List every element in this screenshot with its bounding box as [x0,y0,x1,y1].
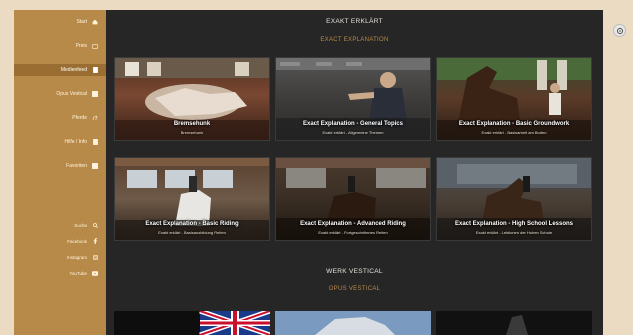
card-thumbnail [115,158,269,240]
sidebar-item-instagram[interactable]: Instagram [14,252,106,262]
video-card[interactable]: Exact Explanation - General Topics Exakt… [275,57,431,141]
section-subtitle: EXACT EXPLANATION [320,37,389,43]
card-thumbnail [437,58,591,140]
sidebar-item-favoriten[interactable]: Favoriten [14,160,106,172]
card-subtitle: Exakt erklärt - Allgemeine Themen [322,130,384,135]
sidebar-item-pferde[interactable]: Pferde [14,112,106,124]
sidebar-item-label: Start [76,19,87,25]
section-title: WERK VESTICAL [326,268,383,275]
sidebar-item-label: Suche [74,222,87,228]
search-icon [92,222,98,228]
sidebar-item-youtube[interactable]: YouTube [14,268,106,278]
app-frame: Start Preis Medienfeed Opus Vestical Pfe… [14,10,603,335]
card-subtitle: Bremsehunk [180,130,204,135]
video-card[interactable]: Exact Explanation - Basic Riding Exakt e… [114,157,270,241]
sidebar-item-preis[interactable]: Preis [14,40,106,52]
video-card[interactable]: Exact Explanation - High School Lessons … [436,157,592,241]
card-thumbnail [275,311,431,335]
sidebar-item-label: Pferde [72,115,87,121]
sidebar-item-label: Facebook [67,238,87,244]
card-thumbnail [276,158,430,240]
card-subtitle: Exakt erklärt - Lektionen der Hohen Schu… [475,230,553,235]
tag-icon [92,43,98,49]
sidebar-item-label: Opus Vestical [56,91,87,97]
card-subtitle: Exakt erklärt - Basisausbildung Reiten [158,230,226,235]
sidebar-item-label: Medienfeed [60,67,87,73]
sidebar-item-label: Preis [75,43,87,49]
main-content: EXAKT ERKLÄRT EXACT EXPLANATION Bremsehu… [106,10,603,335]
gear-icon [616,27,623,34]
heart-icon [92,163,98,169]
video-card[interactable] [114,311,270,335]
sidebar-item-label: Hilfe / Info [64,139,87,145]
card-thumbnail [436,311,592,335]
sidebar-item-suche[interactable]: Suche [14,220,106,230]
info-icon [92,139,98,145]
sidebar-item-medienfeed[interactable]: Medienfeed [14,64,106,76]
video-card[interactable]: Bremsehunk Bremsehunk [114,57,270,141]
sidebar: Start Preis Medienfeed Opus Vestical Pfe… [14,10,106,335]
video-card[interactable]: Exact Explanation - Advanced Riding Exak… [275,157,431,241]
home-icon [92,19,98,25]
youtube-icon [92,270,98,276]
card-subtitle: Exakt erklärt - Fortgeschrittenes Reiten [318,230,388,235]
video-card[interactable] [436,311,592,335]
card-subtitle: Exakt erklärt - Basisarbeit am Boden [481,130,547,135]
sidebar-item-label: YouTube [69,270,87,276]
section-subtitle: OPUS VESTICAL [328,286,381,292]
card-thumbnail [276,58,430,140]
feed-icon [92,67,98,73]
video-card[interactable]: Exact Explanation - Basic Groundwork Exa… [436,57,592,141]
card-title: Exact Explanation - High School Lessons [454,221,574,227]
video-card[interactable] [275,311,431,335]
card-title: Exact Explanation - Advanced Riding [300,221,406,227]
instagram-icon [92,254,98,260]
card-thumbnail [115,58,269,140]
section-title: EXAKT ERKLÄRT [326,18,383,25]
card-title: Exact Explanation - Basic Groundwork [458,121,570,127]
settings-button[interactable] [613,24,626,37]
card-title: Exact Explanation - General Topics [303,121,403,127]
facebook-icon [92,238,98,244]
sidebar-item-start[interactable]: Start [14,16,106,28]
card-title: Bremsehunk [173,121,211,127]
sidebar-item-label: Favoriten [66,163,87,169]
film-icon [92,91,98,97]
horse-icon [92,115,98,121]
sidebar-item-label: Instagram [66,254,87,260]
sidebar-item-opus-vestical[interactable]: Opus Vestical [14,88,106,100]
uk-flag-icon [114,311,270,335]
card-title: Exact Explanation - Basic Riding [145,221,239,227]
sidebar-item-facebook[interactable]: Facebook [14,236,106,246]
card-thumbnail [437,158,591,240]
sidebar-item-hilfe[interactable]: Hilfe / Info [14,136,106,148]
